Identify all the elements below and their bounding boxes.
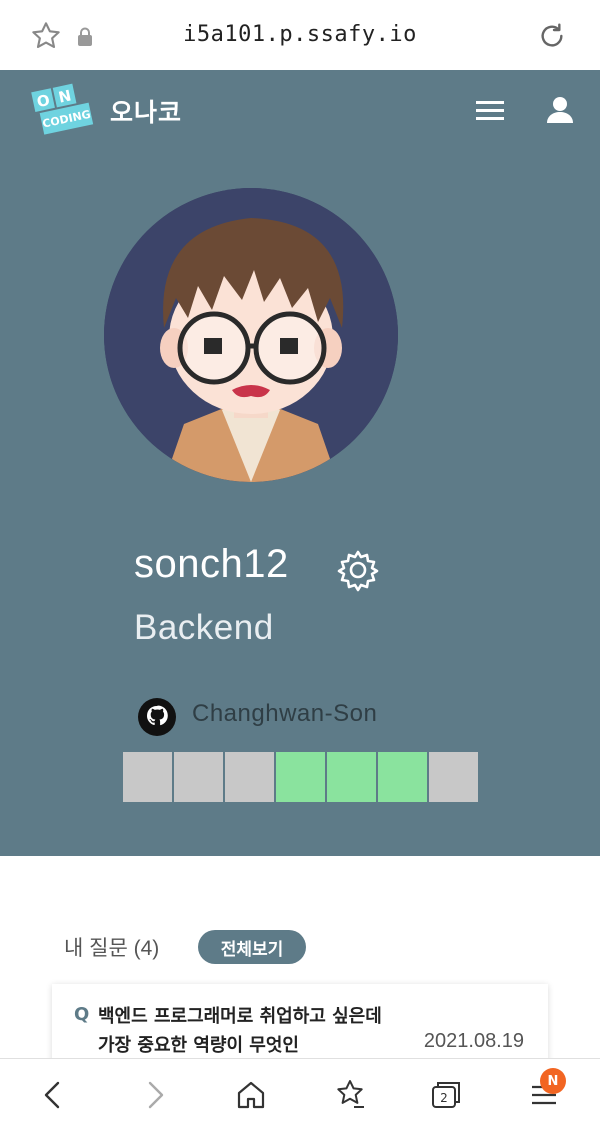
github-username[interactable]: Changhwan-Son: [192, 700, 377, 728]
bookmarks-icon[interactable]: [332, 1077, 368, 1113]
user-icon[interactable]: [544, 94, 576, 126]
tabs-icon[interactable]: 2: [428, 1077, 464, 1113]
profile-role: Backend: [134, 608, 274, 647]
back-arrow-icon[interactable]: [36, 1077, 72, 1113]
profile-avatar: [104, 188, 398, 482]
grass-cell: [225, 752, 274, 802]
forward-arrow-icon[interactable]: [136, 1077, 172, 1113]
activity-grass: [123, 752, 478, 802]
brand-name[interactable]: 오나코: [110, 93, 182, 129]
gear-icon[interactable]: [334, 546, 382, 594]
oncoding-logo[interactable]: O N CODING: [28, 80, 100, 144]
grass-cell: [276, 752, 325, 802]
view-all-button[interactable]: 전체보기: [198, 930, 306, 964]
my-questions-title: 내 질문 (4): [64, 937, 160, 960]
question-text: 백엔드 프로그래머로 취업하고 싶은데 가장 중요한 역량이 무엇인: [98, 1006, 382, 1056]
hamburger-menu-icon[interactable]: [474, 98, 506, 122]
profile-username: sonch12: [134, 542, 289, 586]
tab-count: 2: [440, 1091, 448, 1105]
menu-badge: N: [540, 1068, 566, 1094]
browser-address-bar: i5a101.p.ssafy.io: [0, 0, 600, 70]
question-mark-label: Q: [74, 1004, 90, 1025]
reload-icon[interactable]: [536, 20, 568, 52]
grass-cell: [327, 752, 376, 802]
browser-bottom-nav: 2: [0, 1058, 600, 1126]
question-date: 2021.08.19: [423, 1030, 524, 1052]
github-icon[interactable]: [138, 698, 176, 736]
grass-cell: [429, 752, 478, 802]
url-text[interactable]: i5a101.p.ssafy.io: [0, 22, 600, 47]
home-icon[interactable]: [233, 1077, 269, 1113]
profile-hero: O N CODING 오나코 sonch12 Backend Changhwan…: [0, 70, 600, 856]
grass-cell: [174, 752, 223, 802]
grass-cell: [123, 752, 172, 802]
grass-cell: [378, 752, 427, 802]
